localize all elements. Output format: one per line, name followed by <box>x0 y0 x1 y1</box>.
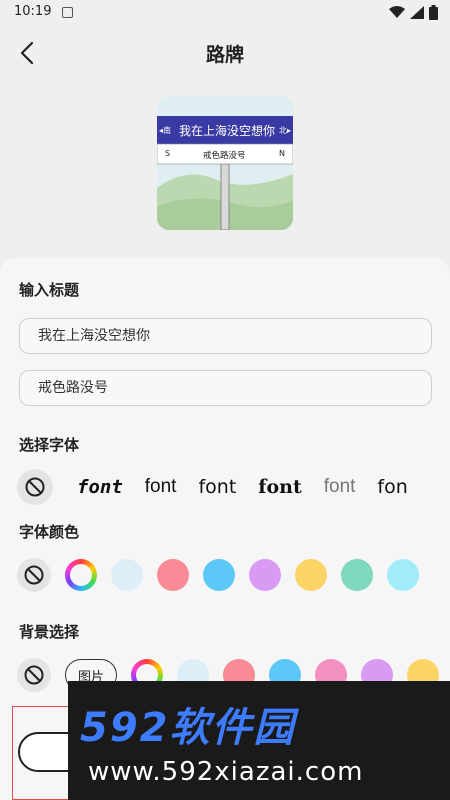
sign-preview: ◂南 我在上海没空想你 北▸ S 戒色路没号 N <box>157 96 293 230</box>
sign-sub-right: N <box>279 149 285 158</box>
bg-none-button[interactable] <box>17 658 51 692</box>
font-option[interactable]: font <box>258 476 301 498</box>
color-swatch[interactable] <box>387 559 419 591</box>
signal-icon <box>410 6 424 19</box>
color-swatch[interactable] <box>249 559 281 591</box>
wifi-icon <box>389 6 405 18</box>
subtitle-input[interactable]: 戒色路没号 <box>19 370 432 406</box>
font-picker-row: font font font font font fon <box>17 469 450 505</box>
watermark-url: www.592xiazai.com <box>88 757 364 787</box>
font-option[interactable]: font <box>145 476 177 498</box>
status-icons <box>389 5 438 20</box>
color-section-label: 字体颜色 <box>19 523 80 541</box>
bg-section-label: 背景选择 <box>19 623 80 641</box>
sign-sub-left: S <box>165 149 171 158</box>
color-swatch[interactable] <box>203 559 235 591</box>
sign-main-text: 我在上海没空想你 <box>179 124 276 138</box>
sign-dir-right: 北▸ <box>278 126 291 135</box>
color-swatch[interactable] <box>111 559 143 591</box>
color-swatch[interactable] <box>295 559 327 591</box>
font-section-label: 选择字体 <box>19 436 80 454</box>
watermark-brand: 592软件园 <box>80 705 296 751</box>
no-entry-icon <box>24 665 44 685</box>
page-title: 路牌 <box>205 44 244 66</box>
sign-sub-text: 戒色路没号 <box>203 151 246 161</box>
notification-icon <box>62 7 73 18</box>
status-bar: 10:19 <box>0 0 450 26</box>
font-option[interactable]: font <box>198 476 236 498</box>
title-input[interactable]: 我在上海没空想你 <box>19 318 432 354</box>
font-option[interactable]: fon <box>377 476 407 498</box>
font-option[interactable]: font <box>77 476 123 498</box>
watermark-banner: 592软件园 www.592xiazai.com <box>68 681 450 800</box>
no-entry-icon <box>25 477 45 497</box>
no-entry-icon <box>24 565 44 585</box>
sign-preview-art <box>157 96 293 230</box>
color-swatch[interactable] <box>157 559 189 591</box>
color-wheel-button[interactable] <box>65 559 97 591</box>
title-section-label: 输入标题 <box>19 281 80 299</box>
color-picker-row <box>17 557 419 593</box>
sign-dir-left: ◂南 <box>159 126 172 135</box>
status-time: 10:19 <box>14 4 52 19</box>
font-option[interactable]: font <box>324 476 356 498</box>
app-header: 路牌 <box>0 30 450 76</box>
battery-icon <box>429 5 438 20</box>
color-swatch[interactable] <box>341 559 373 591</box>
color-none-button[interactable] <box>17 558 51 592</box>
font-none-button[interactable] <box>17 469 53 505</box>
